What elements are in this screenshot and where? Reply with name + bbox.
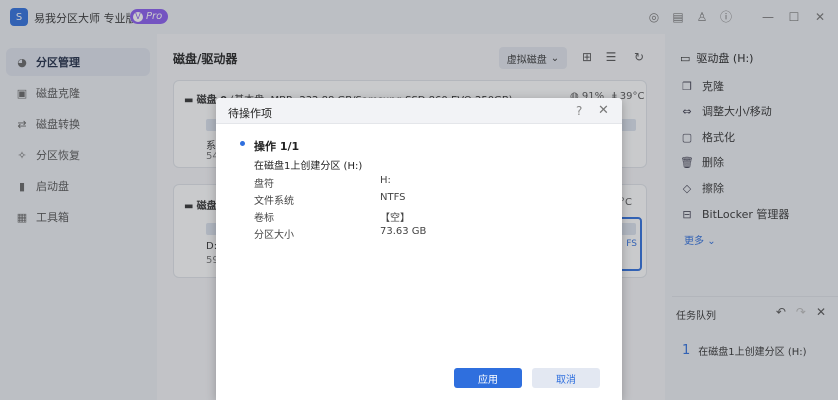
row-label-file-system: 文件系统 [254, 196, 294, 207]
dialog-header: 待操作项 ? ✕ [216, 98, 622, 124]
help-icon[interactable]: ? [576, 104, 582, 118]
row-label-volume-label: 卷标 [254, 213, 274, 224]
apply-button[interactable]: 应用 [454, 368, 522, 388]
row-value-partition-size: 73.63 GB [380, 226, 427, 237]
operation-description: 在磁盘1上创建分区 (H:) [254, 161, 363, 172]
dialog-title: 待操作项 [228, 107, 272, 120]
bullet-icon [240, 141, 245, 146]
operation-header: 操作 1/1 [254, 140, 300, 153]
row-value-drive-letter: H: [380, 175, 391, 186]
row-label-drive-letter: 盘符 [254, 179, 274, 190]
cancel-button[interactable]: 取消 [532, 368, 600, 388]
row-value-file-system: NTFS [380, 192, 406, 203]
row-label-partition-size: 分区大小 [254, 230, 294, 241]
row-value-volume-label: 【空】 [380, 213, 410, 224]
close-icon[interactable]: ✕ [598, 103, 609, 118]
pending-operations-dialog: 待操作项 ? ✕ 操作 1/1 在磁盘1上创建分区 (H:) 盘符 H: 文件系… [216, 98, 622, 400]
